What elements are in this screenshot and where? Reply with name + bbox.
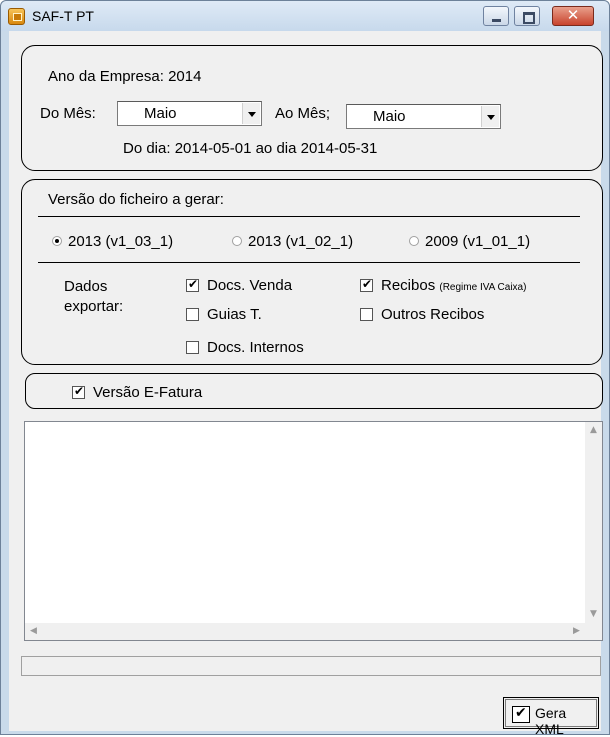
radio-icon xyxy=(232,236,242,246)
scroll-left-icon[interactable]: ◀ xyxy=(25,623,42,640)
ao-mes-select[interactable]: Maio xyxy=(346,104,501,129)
versao-group: Versão do ficheiro a gerar: 2013 (v1_03_… xyxy=(21,179,603,365)
do-mes-label: Do Mês: xyxy=(40,105,96,122)
client-area: Ano da Empresa: 2014 Do Mês: Maio Ao Mês… xyxy=(9,31,603,737)
checkbox-icon xyxy=(186,308,199,321)
maximize-button[interactable] xyxy=(514,6,540,26)
scroll-down-icon[interactable]: ▼ xyxy=(585,606,602,623)
radio-selected-icon xyxy=(52,236,62,246)
check-icon xyxy=(512,705,530,723)
checkbox-checked-icon xyxy=(72,384,85,399)
chevron-down-icon[interactable] xyxy=(242,103,260,124)
divider xyxy=(38,216,580,217)
checkbox-checked-icon xyxy=(360,277,373,292)
vertical-scrollbar[interactable]: ▲ ▼ xyxy=(585,422,602,623)
window-title: SAF-T PT xyxy=(32,8,94,24)
checkbox-checked-icon xyxy=(186,277,199,292)
efatura-group: Versão E-Fatura xyxy=(25,373,603,409)
scroll-corner xyxy=(585,623,602,640)
period-group: Ano da Empresa: 2014 Do Mês: Maio Ao Mês… xyxy=(21,45,603,171)
horizontal-scrollbar[interactable]: ◀ ▶ xyxy=(25,623,585,640)
date-range-text: Do dia: 2014-05-01 ao dia 2014-05-31 xyxy=(123,140,378,157)
ano-empresa-label: Ano da Empresa: 2014 xyxy=(48,68,202,85)
checkbox-icon xyxy=(186,341,199,354)
do-mes-select[interactable]: Maio xyxy=(117,101,262,126)
app-icon xyxy=(8,8,25,25)
gera-xml-button[interactable]: Gera XML xyxy=(503,697,599,737)
radio-icon xyxy=(409,236,419,246)
saft-window: SAF-T PT ✕ Ano da Empresa: 2014 Do Mês: … xyxy=(0,0,610,737)
log-textarea[interactable]: ▲ ▼ ◀ ▶ xyxy=(24,421,603,641)
divider xyxy=(38,262,580,263)
recibos-note: (Regime IVA Caixa) xyxy=(439,282,527,293)
dados-label-line1: Dados xyxy=(64,278,108,295)
chevron-down-icon[interactable] xyxy=(481,106,499,127)
recibos-label: Recibos xyxy=(381,277,436,294)
close-icon: ✕ xyxy=(566,7,580,24)
dados-label-line2: exportar: xyxy=(64,298,124,315)
versao-heading: Versão do ficheiro a gerar: xyxy=(48,191,224,208)
minimize-button[interactable] xyxy=(483,6,509,26)
scroll-right-icon[interactable]: ▶ xyxy=(568,623,585,640)
checkbox-icon xyxy=(360,308,373,321)
do-mes-value: Maio xyxy=(144,105,177,122)
scroll-up-icon[interactable]: ▲ xyxy=(585,422,602,439)
ao-mes-label: Ao Mês; xyxy=(275,105,331,122)
progress-bar xyxy=(21,656,601,676)
title-bar[interactable]: SAF-T PT ✕ xyxy=(1,1,609,31)
ano-empresa-value: 2014 xyxy=(168,68,202,85)
ao-mes-value: Maio xyxy=(373,108,406,125)
close-button[interactable]: ✕ xyxy=(552,6,594,26)
